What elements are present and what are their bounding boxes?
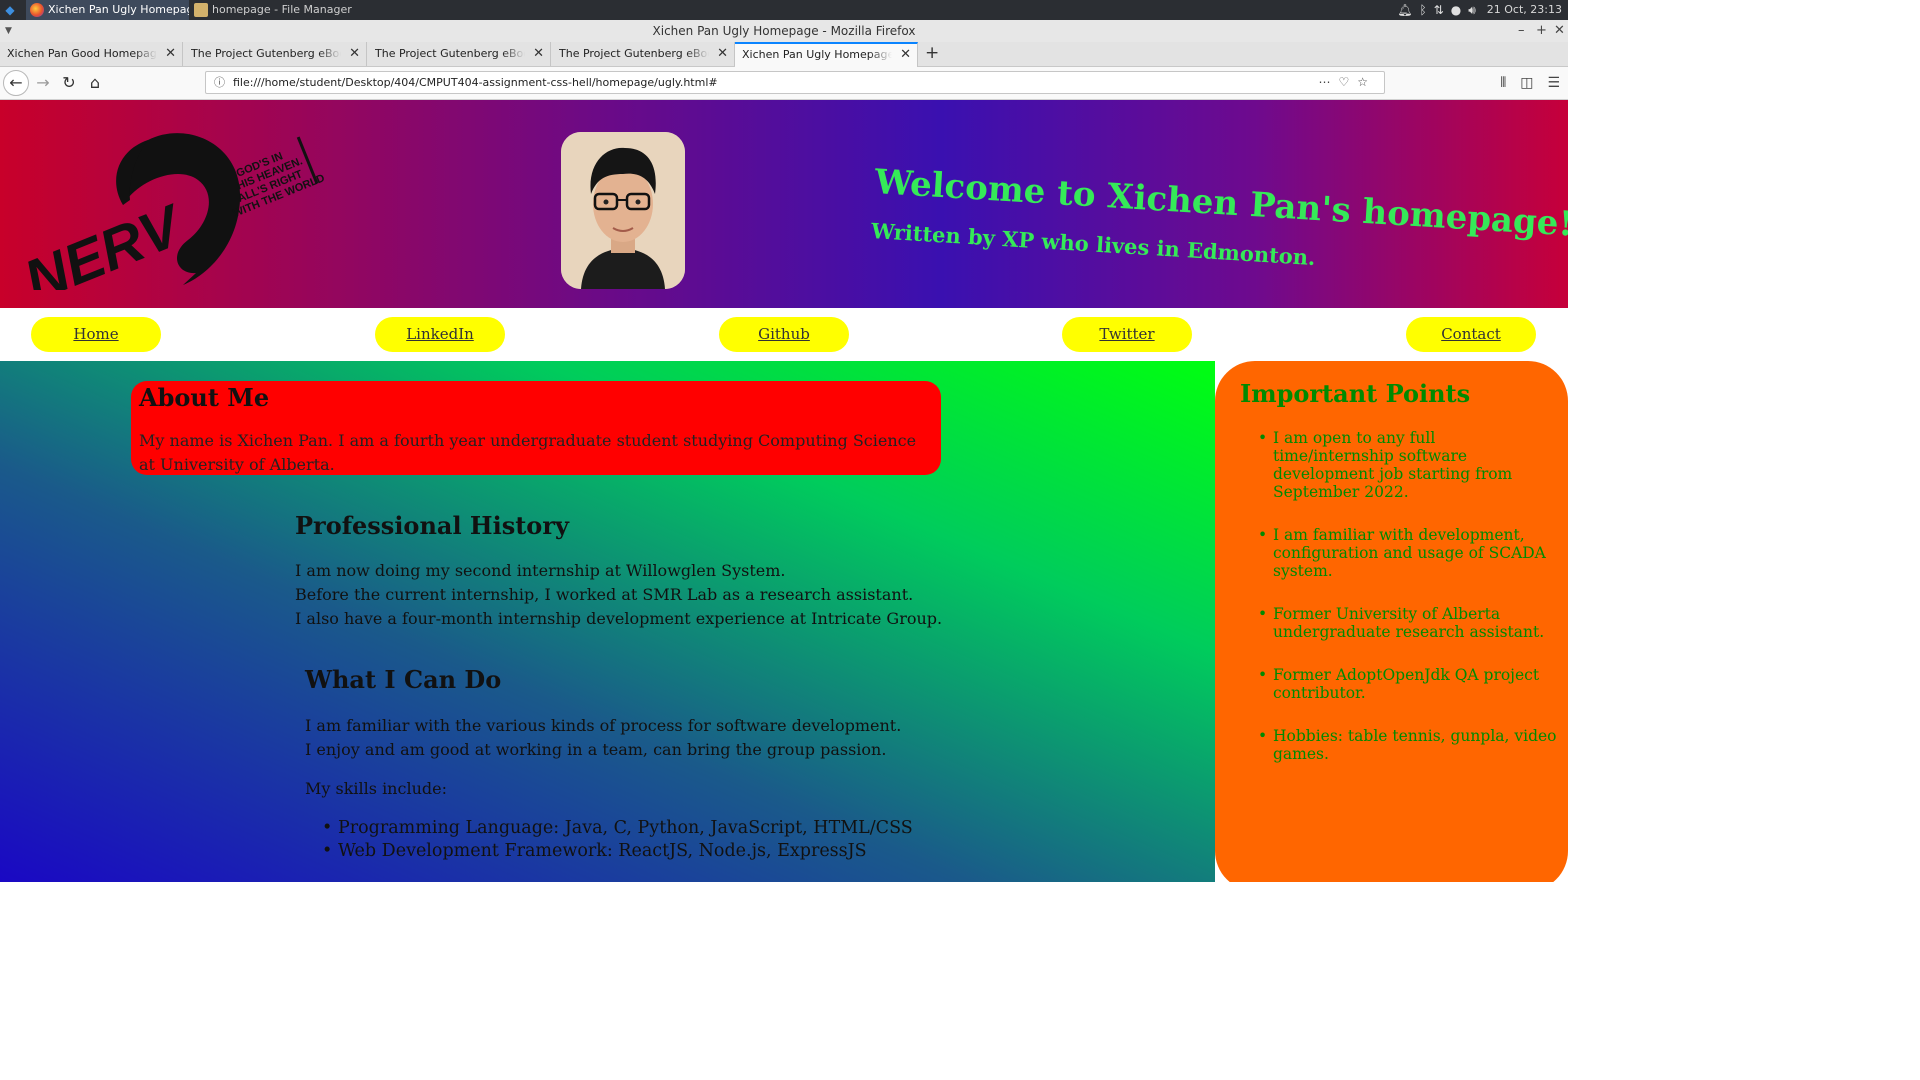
professional-history-heading: Professional History: [295, 511, 569, 540]
update-icon[interactable]: ●: [1451, 0, 1461, 20]
pocket-icon[interactable]: ♡: [1338, 75, 1357, 89]
skills-intro: My skills include:: [305, 779, 447, 798]
important-points-list: I am open to any full time/internship so…: [1240, 429, 1558, 788]
what-i-can-do-heading: What I Can Do: [305, 665, 502, 694]
tab-close-icon[interactable]: ✕: [717, 42, 728, 65]
library-icon[interactable]: ⫴: [1500, 71, 1506, 95]
folder-icon: [194, 3, 208, 17]
tab-ugly-homepage[interactable]: Xichen Pan Ugly Homepage ✕: [735, 42, 918, 67]
os-taskbar: ◆ Xichen Pan Ugly Homepage -... homepage…: [0, 0, 1568, 20]
back-button[interactable]: ←: [3, 70, 29, 96]
window-menu-icon[interactable]: ▼: [5, 20, 12, 42]
sidebar-icon[interactable]: ◫: [1520, 71, 1533, 95]
important-point: I am familiar with development, configur…: [1240, 526, 1558, 580]
tab-close-icon[interactable]: ✕: [165, 42, 176, 65]
window-title: Xichen Pan Ugly Homepage - Mozilla Firef…: [652, 24, 916, 38]
tab-label: The Project Gutenberg eBook of A: [191, 47, 341, 60]
tab-label: Xichen Pan Good Homepage: [7, 47, 157, 60]
logo-wordmark: NERV: [18, 192, 193, 290]
important-points-heading: Important Points: [1240, 379, 1471, 408]
url-text[interactable]: file:///home/student/Desktop/404/CMPUT40…: [233, 72, 718, 93]
skills-list: Programming Language: Java, C, Python, J…: [305, 817, 913, 863]
tab-label: The Project Gutenberg eBook of D: [375, 47, 525, 60]
about-text: My name is Xichen Pan. I am a fourth yea…: [139, 431, 917, 474]
taskbar-item-firefox[interactable]: Xichen Pan Ugly Homepage -...: [26, 0, 189, 20]
site-header: NERV GOD'S IN HIS HEAVEN. ALL'S RIGHT WI…: [0, 100, 1568, 308]
nav-contact-link[interactable]: Contact: [1406, 317, 1536, 352]
site-nav: Home LinkedIn Github Twitter Contact: [0, 308, 1568, 361]
site-info-icon[interactable]: ⓘ: [214, 72, 225, 93]
important-point: Hobbies: table tennis, gunpla, video gam…: [1240, 727, 1558, 763]
tab-close-icon[interactable]: ✕: [349, 42, 360, 65]
page-actions-icon[interactable]: ⋯: [1318, 75, 1338, 89]
hamburger-menu-icon[interactable]: ☰: [1547, 71, 1560, 95]
tab-good-homepage[interactable]: Xichen Pan Good Homepage ✕: [0, 42, 183, 66]
close-window-icon[interactable]: ✕: [1554, 20, 1565, 42]
window-titlebar: ▼ Xichen Pan Ugly Homepage - Mozilla Fir…: [0, 20, 1568, 42]
nav-github-link[interactable]: Github: [719, 317, 849, 352]
firefox-icon: [30, 3, 44, 17]
forward-button[interactable]: →: [31, 71, 55, 95]
network-icon[interactable]: ⇅: [1434, 0, 1444, 20]
what-i-can-do-line: I enjoy and am good at working in a team…: [305, 740, 887, 759]
clock[interactable]: 21 Oct, 23:13: [1487, 0, 1562, 20]
nav-twitter-link[interactable]: Twitter: [1062, 317, 1192, 352]
professional-history-line: I also have a four-month internship deve…: [295, 609, 943, 628]
about-heading: About Me: [139, 383, 270, 412]
page-viewport: NERV GOD'S IN HIS HEAVEN. ALL'S RIGHT WI…: [0, 100, 1568, 882]
system-tray: 🔔︎ ᛒ ⇅ ● 🔊︎ 21 Oct, 23:13: [1397, 0, 1562, 20]
skill-item: Web Development Framework: ReactJS, Node…: [305, 840, 913, 863]
taskbar-item-label: homepage - File Manager: [212, 3, 352, 16]
about-section: About Me My name is Xichen Pan. I am a f…: [131, 381, 941, 475]
tab-gutenberg-d[interactable]: The Project Gutenberg eBook of D ✕: [368, 42, 551, 66]
nerv-logo: NERV GOD'S IN HIS HEAVEN. ALL'S RIGHT WI…: [18, 133, 327, 290]
important-point: I am open to any full time/internship so…: [1240, 429, 1558, 501]
reload-button[interactable]: ↻: [57, 71, 81, 95]
tab-close-icon[interactable]: ✕: [533, 42, 544, 65]
important-point: Former University of Alberta undergradua…: [1240, 605, 1558, 641]
professional-history-line: Before the current internship, I worked …: [295, 585, 914, 604]
volume-icon[interactable]: 🔊︎: [1468, 0, 1476, 20]
page-subtitle: Written by XP who lives in Edmonton.: [870, 218, 1317, 271]
profile-photo: [561, 132, 685, 289]
home-button[interactable]: ⌂: [83, 71, 107, 95]
tab-gutenberg-f[interactable]: The Project Gutenberg eBook of F ✕: [552, 42, 735, 66]
app-menu-icon[interactable]: ◆: [3, 3, 17, 17]
professional-history-line: I am now doing my second internship at W…: [295, 561, 786, 580]
nav-home-link[interactable]: Home: [31, 317, 161, 352]
important-points-section: Important Points I am open to any full t…: [1215, 361, 1568, 882]
skill-item: Programming Language: Java, C, Python, J…: [305, 817, 913, 840]
taskbar-item-file-manager[interactable]: homepage - File Manager: [190, 0, 390, 20]
tab-close-icon[interactable]: ✕: [900, 44, 911, 65]
new-tab-button[interactable]: +: [925, 42, 939, 66]
tab-strip: Xichen Pan Good Homepage ✕ The Project G…: [0, 42, 1568, 67]
navigation-toolbar: ← → ↻ ⌂ ⓘ file:///home/student/Desktop/4…: [0, 67, 1568, 100]
minimize-icon[interactable]: –: [1518, 20, 1525, 42]
main-content: About Me My name is Xichen Pan. I am a f…: [0, 361, 1215, 882]
bluetooth-icon[interactable]: ᛒ: [1419, 0, 1426, 20]
tab-label: The Project Gutenberg eBook of F: [559, 47, 709, 60]
url-bar[interactable]: ⓘ file:///home/student/Desktop/404/CMPUT…: [205, 71, 1385, 94]
svg-text:NERV: NERV: [18, 192, 193, 290]
nav-linkedin-link[interactable]: LinkedIn: [375, 317, 505, 352]
tab-label: Xichen Pan Ugly Homepage: [742, 48, 892, 61]
maximize-icon[interactable]: +: [1536, 20, 1547, 42]
notification-bell-icon[interactable]: 🔔︎: [1397, 0, 1412, 20]
tab-gutenberg-a[interactable]: The Project Gutenberg eBook of A ✕: [184, 42, 367, 66]
what-i-can-do-line: I am familiar with the various kinds of …: [305, 716, 902, 735]
taskbar-item-label: Xichen Pan Ugly Homepage -...: [48, 3, 189, 16]
important-point: Former AdoptOpenJdk QA project contribut…: [1240, 666, 1558, 702]
bookmark-star-icon[interactable]: ☆: [1357, 75, 1376, 89]
